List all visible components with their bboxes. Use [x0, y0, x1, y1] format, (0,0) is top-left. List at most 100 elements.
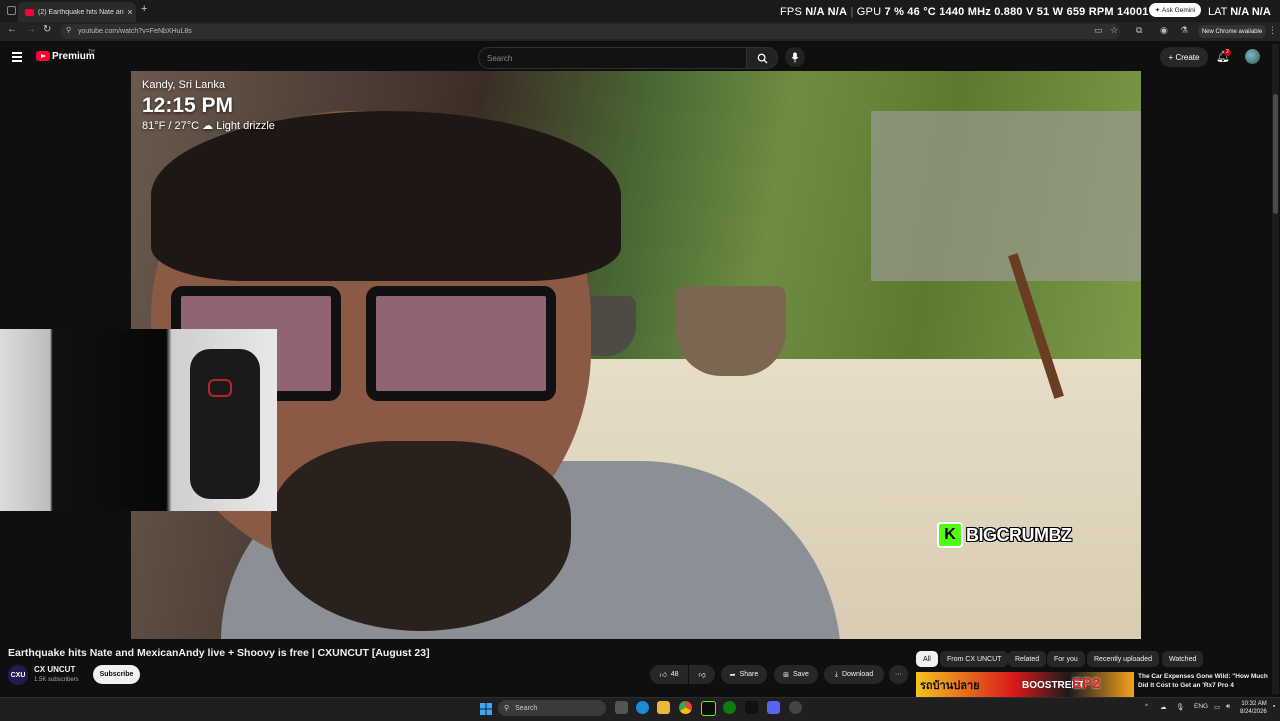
- gemini-sparkle-icon: ✦: [1154, 7, 1163, 14]
- network-icon[interactable]: ▭: [1214, 703, 1220, 711]
- clock-date: 8/24/2026: [1240, 709, 1267, 715]
- recommended-title[interactable]: The Car Expenses Gone Wild: "How Much Di…: [1138, 672, 1270, 690]
- fps-label: FPS: [780, 6, 802, 18]
- discord-icon[interactable]: [767, 701, 780, 714]
- nvidia-app-icon[interactable]: [745, 701, 758, 714]
- chip-recently-uploaded[interactable]: Recently uploaded: [1087, 651, 1159, 667]
- download-button[interactable]: ⤓ Download: [824, 665, 884, 684]
- bookmark-star-icon[interactable]: ☆: [1110, 25, 1118, 36]
- back-arrow-icon[interactable]: ←: [7, 24, 17, 35]
- profile-icon[interactable]: ◉: [1160, 25, 1168, 36]
- address-bar[interactable]: ⚲ youtube.com/watch?v=FeNbXHuL8s: [60, 24, 1120, 39]
- lat-label: LAT: [1208, 6, 1228, 18]
- create-button[interactable]: + Create: [1160, 47, 1208, 67]
- ask-gemini-button[interactable]: ✦ Ask Gemini: [1149, 3, 1201, 17]
- tab-close-icon[interactable]: ×: [124, 7, 136, 17]
- thumbnail-text-right: EP2: [1072, 675, 1101, 692]
- plant-pot: [676, 286, 786, 376]
- browser-tab-youtube[interactable]: (2) Earthquake hits Nate and M ×: [18, 2, 136, 22]
- file-explorer-icon[interactable]: [657, 701, 670, 714]
- edge-browser-icon[interactable]: [636, 701, 649, 714]
- forward-arrow-icon[interactable]: →: [26, 24, 36, 35]
- country-code: TH: [88, 49, 95, 55]
- reload-icon[interactable]: ↻: [43, 24, 51, 35]
- chip-all[interactable]: All: [916, 651, 938, 667]
- gaming-chair: [190, 349, 260, 499]
- like-count: 48: [670, 671, 679, 678]
- taskbar-search-input[interactable]: ⚲ Search: [498, 700, 606, 716]
- performance-overlay: FPS N/A N/A | GPU 7 % 46 °C 1440 MHz 0.8…: [780, 6, 1176, 18]
- xbox-icon[interactable]: [723, 701, 736, 714]
- streamer-beard: [271, 441, 571, 631]
- kick-logo-icon: K: [937, 522, 963, 548]
- hamburger-menu-icon[interactable]: [12, 52, 22, 64]
- new-tab-button[interactable]: +: [141, 3, 147, 15]
- latency-overlay: LAT N/A N/A: [1208, 6, 1271, 18]
- video-title: Earthquake hits Nate and MexicanAndy liv…: [8, 647, 430, 659]
- like-button[interactable]: 👍︎ 48: [650, 665, 688, 684]
- save-playlist-icon: ⊞: [783, 671, 789, 679]
- chrome-menu-icon[interactable]: ⋮: [1268, 25, 1277, 36]
- taskbar-search-placeholder: Search: [515, 704, 538, 712]
- chip-watched[interactable]: Watched: [1162, 651, 1204, 667]
- search-input[interactable]: Search: [478, 47, 748, 69]
- tray-cloud-icon[interactable]: ☁: [1160, 703, 1167, 711]
- input-language[interactable]: ENG: [1194, 703, 1208, 710]
- chip-from-channel[interactable]: From CX UNCUT: [940, 651, 1009, 667]
- thumbs-up-icon: 👍︎: [659, 672, 667, 679]
- download-icon: ⤓: [834, 670, 838, 678]
- kick-channel-name: BIGCRUMBZ: [966, 524, 1072, 545]
- search-button[interactable]: [746, 47, 778, 69]
- video-player[interactable]: Kandy, Sri Lanka 12:15 PM 81°F / 27°C ☁ …: [131, 71, 1141, 639]
- more-actions-button[interactable]: ···: [889, 665, 908, 684]
- youtube-logo-icon[interactable]: [36, 51, 50, 61]
- tray-overflow-icon[interactable]: ^: [1145, 703, 1148, 710]
- webcam-overlay: [0, 329, 277, 511]
- fps-values: N/A N/A: [805, 6, 848, 18]
- account-avatar[interactable]: [1245, 49, 1260, 64]
- channel-avatar[interactable]: CXU: [8, 665, 28, 685]
- share-label: Share: [739, 671, 759, 678]
- search-icon: [757, 53, 768, 64]
- lat-values: N/A N/A: [1230, 6, 1271, 18]
- download-label: Download: [841, 671, 874, 678]
- cast-icon[interactable]: ▭: [1094, 25, 1103, 36]
- search-placeholder: Search: [487, 53, 513, 63]
- thumbs-down-icon: 👎︎: [698, 672, 706, 679]
- recommended-thumbnail[interactable]: รถบ้านปลาย BOOSTREET EP2: [916, 672, 1134, 697]
- page-scrollbar[interactable]: [1272, 44, 1279, 694]
- tab-search-icon[interactable]: [7, 6, 16, 15]
- task-view-icon[interactable]: [615, 701, 628, 714]
- new-chrome-available-button[interactable]: New Chrome available: [1198, 25, 1266, 38]
- site-info-icon[interactable]: ⚲: [66, 26, 71, 34]
- start-menu-icon[interactable]: [480, 702, 492, 720]
- create-label: Create: [1175, 52, 1200, 62]
- notification-center-icon[interactable]: ▪: [1273, 703, 1275, 710]
- extensions-icon[interactable]: ⧉: [1136, 25, 1142, 36]
- channel-name[interactable]: CX UNCUT: [34, 665, 75, 674]
- glasses-right-lens: [366, 286, 556, 401]
- terminal-icon[interactable]: [701, 701, 716, 716]
- share-button[interactable]: ➦ Share: [721, 665, 767, 684]
- dislike-button[interactable]: 👎︎: [689, 665, 715, 684]
- kick-channel-tag: K BIGCRUMBZ: [937, 522, 1072, 548]
- volume-icon[interactable]: 🔊︎: [1226, 703, 1230, 711]
- chrome-taskbar-icon[interactable]: [679, 701, 692, 714]
- overlay-clock: 12:15 PM: [142, 94, 234, 117]
- background-stone-wall: [871, 111, 1141, 281]
- save-button[interactable]: ⊞ Save: [774, 665, 818, 684]
- taskbar-search-icon: ⚲: [504, 705, 510, 712]
- voice-search-button[interactable]: [785, 47, 805, 67]
- chip-related[interactable]: Related: [1008, 651, 1047, 667]
- subscribe-button[interactable]: Subscribe: [93, 665, 140, 684]
- clock-time: 10:32 AM: [1241, 701, 1267, 707]
- chrome-labs-icon[interactable]: ⚗: [1180, 25, 1188, 36]
- taskbar-clock[interactable]: 10:32 AM 8/24/2026: [1240, 700, 1267, 716]
- obs-studio-icon[interactable]: [789, 701, 802, 714]
- microphone-icon: [791, 51, 799, 63]
- tray-mic-icon[interactable]: 🎙︎: [1176, 703, 1184, 711]
- chip-for-you[interactable]: For you: [1047, 651, 1085, 667]
- share-arrow-icon: ➦: [729, 671, 736, 679]
- url-text: youtube.com/watch?v=FeNbXHuL8s: [78, 28, 192, 35]
- subscriber-count: 1.5K subscribers: [34, 677, 79, 683]
